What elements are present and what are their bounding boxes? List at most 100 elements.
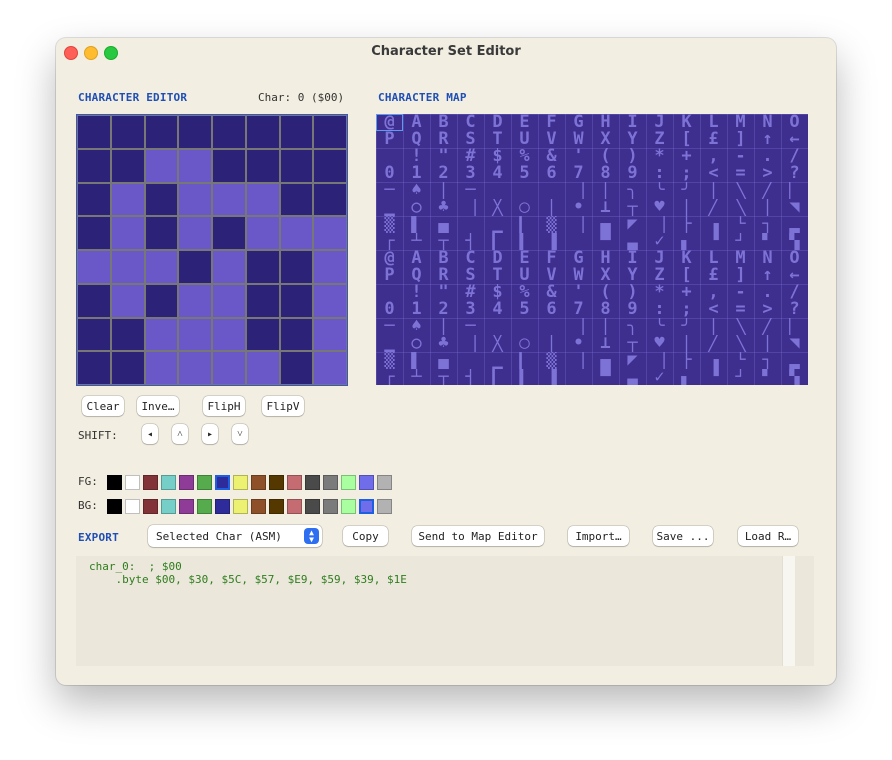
character-map-cell[interactable]: ◤ xyxy=(619,216,646,233)
character-map[interactable]: @ A B C D E F G H I J K L M N O P Q R S T U V W X Y Z[£] ↑ ← ! " # $% & '… xyxy=(376,114,808,385)
editor-pixel[interactable] xyxy=(280,318,313,351)
editor-pixel[interactable] xyxy=(246,183,279,216)
character-map-cell[interactable]: ╮ xyxy=(619,318,646,335)
character-map-cell[interactable]: ├ xyxy=(673,216,700,233)
editor-pixel[interactable] xyxy=(111,149,144,182)
character-map-cell[interactable]: / xyxy=(781,148,808,165)
character-map-cell[interactable]: ⊥ xyxy=(592,335,619,352)
fg-color-swatch[interactable] xyxy=(233,475,248,490)
character-map-cell[interactable]: ▎ xyxy=(484,233,511,250)
character-map-cell[interactable]: H xyxy=(592,114,619,131)
bg-color-swatch[interactable] xyxy=(215,499,230,514)
character-map-cell[interactable]: : xyxy=(646,165,673,182)
character-map-cell[interactable]: ♣ xyxy=(430,335,457,352)
character-map-cell[interactable]: ▍ xyxy=(511,233,538,250)
character-map-cell[interactable]: S xyxy=(457,267,484,284)
character-map-cell[interactable]: ┌ xyxy=(376,369,403,385)
character-map-cell[interactable]: R xyxy=(430,267,457,284)
editor-pixel[interactable] xyxy=(314,149,346,182)
character-map-cell[interactable]: ─ xyxy=(457,182,484,199)
character-map-cell[interactable]: ▚ xyxy=(781,369,808,385)
character-map-cell[interactable]: ▂ xyxy=(781,352,808,369)
character-map-cell[interactable]: ╮ xyxy=(619,182,646,199)
character-map-cell[interactable]: ┤ xyxy=(457,369,484,385)
character-map-cell[interactable]: ▁ xyxy=(376,199,403,216)
character-map-cell[interactable]: ▄ xyxy=(592,216,619,233)
character-map-cell[interactable]: 8 xyxy=(592,301,619,318)
character-map-cell[interactable]: ▃ xyxy=(619,369,646,385)
character-map-cell[interactable]: ╱ xyxy=(700,199,727,216)
character-map-cell[interactable]: N xyxy=(754,114,781,131)
bg-color-swatch[interactable] xyxy=(323,499,338,514)
character-map-cell[interactable]: ) xyxy=(619,284,646,301)
character-map-cell[interactable]: D xyxy=(484,114,511,131)
character-map-cell[interactable]: ╲ xyxy=(727,318,754,335)
character-map-cell[interactable]: C xyxy=(457,250,484,267)
editor-pixel[interactable] xyxy=(246,284,279,317)
editor-pixel[interactable] xyxy=(314,352,346,384)
character-map-cell[interactable]: │ xyxy=(430,182,457,199)
character-map-cell[interactable] xyxy=(376,284,403,301)
editor-pixel[interactable] xyxy=(280,284,313,317)
character-map-cell[interactable]: £ xyxy=(700,267,727,284)
character-map-cell[interactable]: ▕ xyxy=(565,216,592,233)
character-map-cell[interactable]: E xyxy=(511,250,538,267)
invert-button[interactable]: Inve… xyxy=(137,396,179,416)
character-editor-grid[interactable] xyxy=(76,114,348,386)
editor-pixel[interactable] xyxy=(145,149,178,182)
character-map-cell[interactable]: ▔ xyxy=(538,318,565,335)
character-map-cell[interactable]: ✓ xyxy=(646,233,673,250)
character-map-cell[interactable] xyxy=(376,148,403,165)
character-map-cell[interactable]: + xyxy=(673,148,700,165)
character-map-cell[interactable]: ▕ xyxy=(457,335,484,352)
character-map-cell[interactable]: ▔ xyxy=(484,318,511,335)
editor-pixel[interactable] xyxy=(145,318,178,351)
character-map-cell[interactable]: R xyxy=(430,131,457,148)
character-map-cell[interactable]: X xyxy=(592,131,619,148)
bg-color-swatch[interactable] xyxy=(305,499,320,514)
editor-pixel[interactable] xyxy=(280,251,313,283)
editor-pixel[interactable] xyxy=(145,116,178,148)
bg-color-swatch[interactable] xyxy=(233,499,248,514)
character-map-cell[interactable]: ▏ xyxy=(781,182,808,199)
editor-pixel[interactable] xyxy=(145,352,178,384)
character-map-cell[interactable]: ▕ xyxy=(646,216,673,233)
character-map-cell[interactable]: ↑ xyxy=(754,131,781,148)
character-map-cell[interactable]: • xyxy=(565,335,592,352)
shift-left-button[interactable]: ◂ xyxy=(142,424,158,444)
editor-pixel[interactable] xyxy=(111,284,144,317)
character-map-cell[interactable]: ▁ xyxy=(376,335,403,352)
character-map-cell[interactable]: ▒ xyxy=(538,216,565,233)
character-map-cell[interactable]: N xyxy=(754,250,781,267)
character-map-cell[interactable]: A xyxy=(403,250,430,267)
character-map-cell[interactable]: ┐ xyxy=(754,352,781,369)
character-map-cell[interactable]: O xyxy=(781,114,808,131)
editor-pixel[interactable] xyxy=(78,217,110,249)
character-map-cell[interactable]: │ xyxy=(754,335,781,352)
bg-color-swatch[interactable] xyxy=(269,499,284,514)
editor-pixel[interactable] xyxy=(314,183,346,216)
editor-pixel[interactable] xyxy=(111,352,144,384)
character-map-cell[interactable]: 0 xyxy=(376,301,403,318)
character-map-cell[interactable]: 2 xyxy=(430,301,457,318)
editor-pixel[interactable] xyxy=(78,149,110,182)
character-map-cell[interactable]: ▕ xyxy=(565,182,592,199)
character-map-cell[interactable]: ▖ xyxy=(673,233,700,250)
editor-pixel[interactable] xyxy=(246,251,279,283)
character-map-cell[interactable]: ┬ xyxy=(430,233,457,250)
character-map-cell[interactable]: ▎ xyxy=(511,352,538,369)
editor-pixel[interactable] xyxy=(213,284,245,317)
editor-pixel[interactable] xyxy=(213,217,245,249)
character-map-cell[interactable]: ♣ xyxy=(430,199,457,216)
character-map-cell[interactable]: W xyxy=(565,267,592,284)
character-map-cell[interactable]: , xyxy=(700,284,727,301)
character-map-cell[interactable]: ? xyxy=(781,165,808,182)
character-map-cell[interactable]: U xyxy=(511,131,538,148)
character-map-cell[interactable]: ▔ xyxy=(538,182,565,199)
character-map-cell[interactable]: ? xyxy=(781,301,808,318)
character-map-cell[interactable]: S xyxy=(457,131,484,148)
character-map-cell[interactable]: ┴ xyxy=(403,233,430,250)
fg-color-swatch[interactable] xyxy=(161,475,176,490)
character-map-cell[interactable]: U xyxy=(511,267,538,284)
character-map-cell[interactable]: - xyxy=(727,284,754,301)
